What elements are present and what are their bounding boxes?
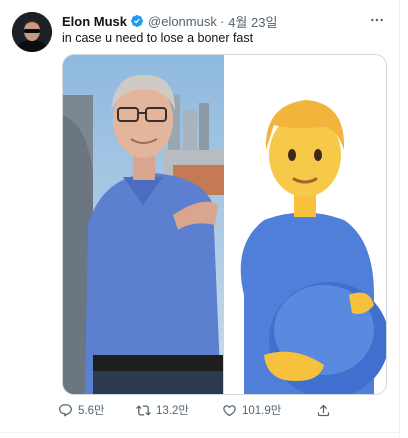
verified-badge-icon (130, 14, 144, 28)
retweet-icon (136, 404, 151, 416)
separator-dot: · (219, 13, 225, 29)
retweet-count: 13.2만 (156, 405, 189, 417)
tweet-media[interactable] (62, 54, 387, 395)
heart-icon (223, 404, 236, 416)
handle[interactable]: @elonmusk (148, 14, 217, 29)
share-button[interactable] (316, 400, 336, 420)
share-icon (317, 404, 330, 416)
avatar[interactable] (12, 12, 52, 52)
display-name[interactable]: Elon Musk (62, 14, 127, 29)
media-photo[interactable] (63, 55, 224, 394)
like-button[interactable]: 101.9만 (222, 400, 316, 420)
timestamp[interactable]: 4월 23일 (228, 12, 277, 31)
reply-count: 5.6만 (78, 405, 105, 417)
retweet-button[interactable]: 13.2만 (136, 400, 222, 420)
media-emoji-image[interactable] (224, 55, 386, 394)
more-options-icon[interactable] (367, 12, 387, 28)
tweet[interactable]: Elon Musk @elonmusk · 4월 23일 in case u n… (0, 0, 400, 438)
reply-button[interactable]: 5.6만 (58, 400, 136, 420)
divider (0, 432, 400, 433)
tweet-actions: 5.6만 13.2만 101.9만 (58, 400, 358, 420)
reply-icon (59, 403, 72, 417)
tweet-header: Elon Musk @elonmusk · 4월 23일 (62, 11, 389, 31)
tweet-text: in case u need to lose a boner fast (62, 31, 254, 45)
like-count: 101.9만 (242, 405, 282, 417)
avatar-image (12, 12, 52, 52)
